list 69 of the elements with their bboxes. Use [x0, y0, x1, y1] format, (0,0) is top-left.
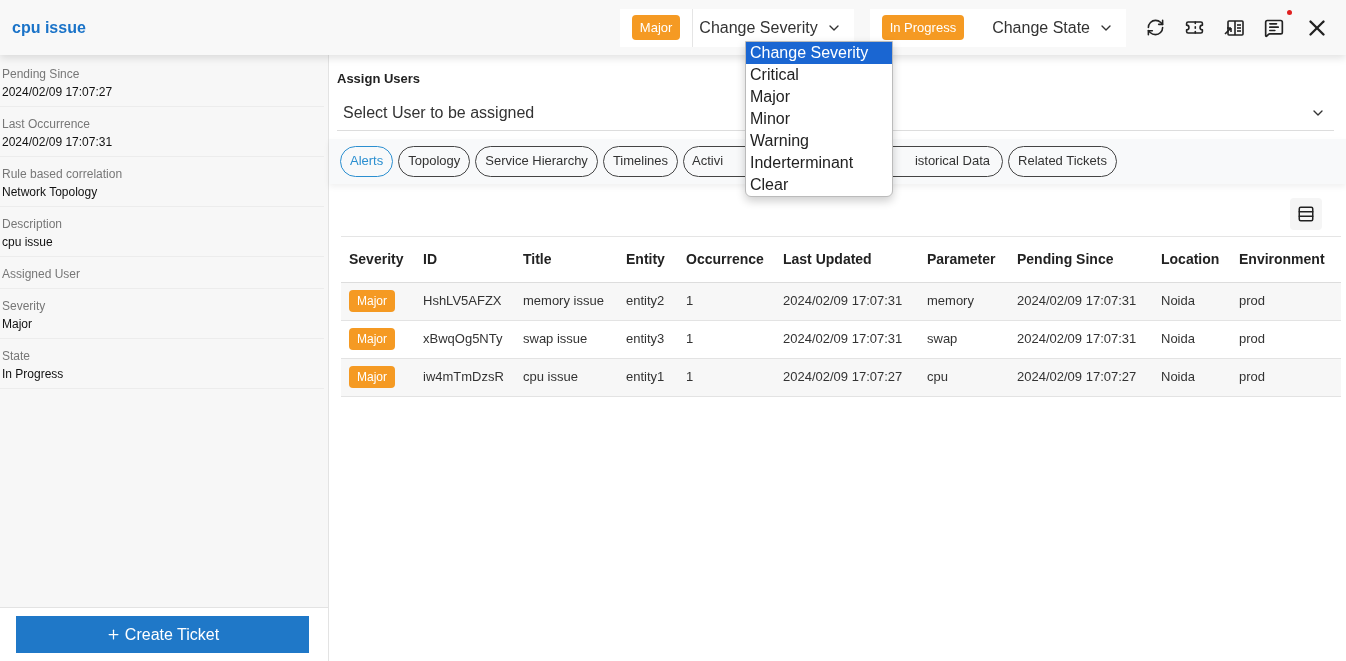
table-cell-text: entity3: [626, 330, 666, 349]
table-cell-text: swap: [927, 330, 959, 349]
columns-button[interactable]: [1290, 197, 1322, 230]
table-cell-text: Noida: [1161, 292, 1196, 311]
column-header: Severity: [349, 249, 405, 269]
column-header: Title: [523, 249, 553, 269]
table-cell-text: 2024/02/09 17:07:27: [1017, 368, 1138, 387]
table-cell-text: prod: [1239, 368, 1267, 387]
column-header: ID: [423, 249, 438, 269]
field-label: Pending Since: [2, 66, 81, 83]
list-icon: [1297, 204, 1315, 223]
table-cell-text: swap issue: [523, 330, 589, 349]
table-cell-text: memory issue: [523, 292, 605, 311]
column-header: Last Updated: [783, 249, 873, 269]
field-label: Rule based correlation: [2, 166, 124, 183]
dropdown-option[interactable]: Clear: [746, 174, 892, 196]
table-cell-text: HshLV5AFZX: [423, 292, 503, 311]
field-label: Severity: [2, 298, 47, 315]
dropdown-option[interactable]: Critical: [746, 64, 892, 86]
table-cell-text: Noida: [1161, 330, 1196, 349]
field-label: State: [2, 348, 32, 365]
severity-badge: Major: [349, 290, 395, 312]
table-cell-text: xBwqOg5NTy: [423, 330, 504, 349]
field-value: In Progress: [2, 366, 65, 383]
state-badge: In Progress: [881, 14, 965, 41]
table-cell-text: 2024/02/09 17:07:31: [1017, 330, 1138, 349]
create-ticket-button[interactable]: Create Ticket: [16, 616, 309, 653]
column-header: Parameter: [927, 249, 997, 269]
table-cell-text: 1: [686, 368, 695, 387]
field-value: Network Topology: [2, 184, 99, 201]
column-header: Pending Since: [1017, 249, 1115, 269]
refresh-icon[interactable]: [1146, 18, 1165, 37]
table-cell-text: 2024/02/09 17:07:27: [783, 368, 904, 387]
table-cell-text: entity1: [626, 368, 666, 387]
table-cell-text: 2024/02/09 17:07:31: [783, 330, 904, 349]
severity-badge: Major: [349, 366, 395, 388]
column-header: Entity: [626, 249, 666, 269]
field-value: 2024/02/09 17:07:27: [2, 84, 114, 101]
severity-badge: Major: [631, 14, 681, 41]
section-title: Assign Users: [337, 70, 421, 88]
table-cell-text: 1: [686, 292, 695, 311]
column-header: Location: [1161, 249, 1221, 269]
field-value: cpu issue: [2, 234, 54, 251]
field-label: Assigned User: [2, 266, 82, 283]
table-cell-text: cpu issue: [523, 368, 579, 387]
dropdown-option[interactable]: Change Severity: [746, 42, 892, 64]
table-cell-text: memory: [927, 292, 975, 311]
table-cell-text: 2024/02/09 17:07:31: [783, 292, 904, 311]
column-header: Occurrence: [686, 249, 765, 269]
field-value: Major: [2, 316, 33, 333]
plus-icon: [105, 627, 121, 642]
comment-icon[interactable]: [1264, 17, 1284, 38]
dropdown-option[interactable]: Minor: [746, 108, 892, 130]
table-cell-text: prod: [1239, 330, 1267, 349]
field-value: 2024/02/09 17:07:31: [2, 134, 114, 151]
table-cell-text: entity2: [626, 292, 666, 311]
severity-badge: Major: [349, 328, 395, 350]
table-cell-text: prod: [1239, 292, 1267, 311]
table-cell-text: 2024/02/09 17:07:31: [1017, 292, 1138, 311]
table-cell-text: iw4mTmDzsR: [423, 368, 505, 387]
column-header: Environment: [1239, 249, 1326, 269]
page-title: cpu issue: [12, 17, 86, 38]
field-label: Description: [2, 216, 64, 233]
table-cell-text: Noida: [1161, 368, 1196, 387]
table-cell-text: 1: [686, 330, 695, 349]
ticket-icon[interactable]: [1185, 18, 1204, 37]
field-label: Last Occurrence: [2, 116, 92, 133]
state-select[interactable]: Change State: [976, 8, 1126, 47]
table-cell-text: cpu: [927, 368, 949, 387]
